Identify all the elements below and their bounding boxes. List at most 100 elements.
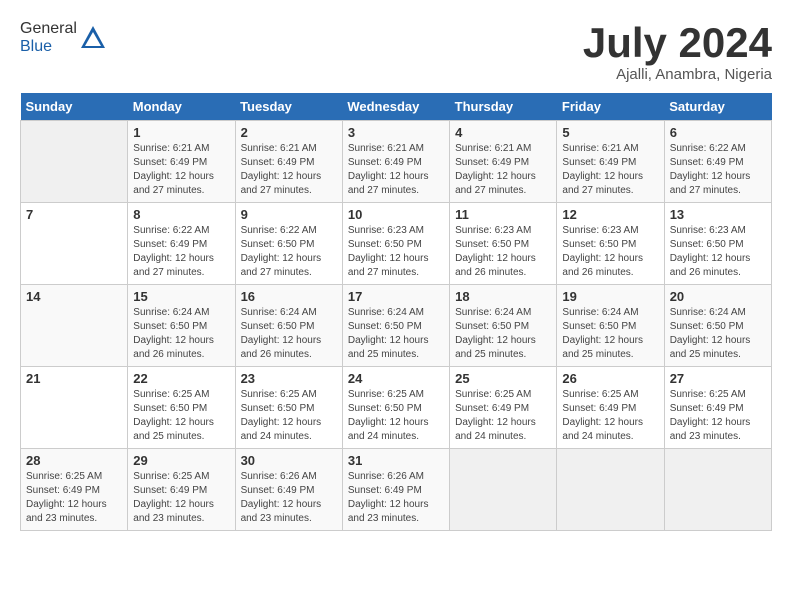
calendar-header: SundayMondayTuesdayWednesdayThursdayFrid… <box>21 93 772 121</box>
calendar-cell: 22 Sunrise: 6:25 AM Sunset: 6:50 PM Dayli… <box>128 367 235 449</box>
day-info: Sunrise: 6:24 AM Sunset: 6:50 PM Dayligh… <box>133 306 229 362</box>
page-subtitle: Ajalli, Anambra, Nigeria <box>583 66 772 83</box>
day-info: Sunrise: 6:26 AM Sunset: 6:49 PM Dayligh… <box>241 470 337 526</box>
day-number: 8 <box>133 207 229 222</box>
day-number: 20 <box>670 289 766 304</box>
day-info: Sunrise: 6:24 AM Sunset: 6:50 PM Dayligh… <box>455 306 551 362</box>
day-number: 24 <box>348 371 444 386</box>
day-header-friday: Friday <box>557 93 664 121</box>
calendar-cell <box>450 449 557 531</box>
calendar-cell: 17 Sunrise: 6:24 AM Sunset: 6:50 PM Dayli… <box>342 285 449 367</box>
day-number: 2 <box>241 125 337 140</box>
day-number: 21 <box>26 371 122 386</box>
calendar-cell <box>557 449 664 531</box>
day-number: 15 <box>133 289 229 304</box>
day-info: Sunrise: 6:25 AM Sunset: 6:49 PM Dayligh… <box>26 470 122 526</box>
calendar-week-3: 14 15 Sunrise: 6:24 AM Sunset: 6:50 PM Day… <box>21 285 772 367</box>
calendar-cell: 31 Sunrise: 6:26 AM Sunset: 6:49 PM Dayli… <box>342 449 449 531</box>
calendar-cell <box>21 121 128 203</box>
calendar-cell: 6Sunrise: 6:22 AM Sunset: 6:49 PM Daylig… <box>664 121 771 203</box>
day-info: Sunrise: 6:23 AM Sunset: 6:50 PM Dayligh… <box>670 224 766 280</box>
day-number: 25 <box>455 371 551 386</box>
calendar-cell: 19 Sunrise: 6:24 AM Sunset: 6:50 PM Dayli… <box>557 285 664 367</box>
day-header-monday: Monday <box>128 93 235 121</box>
day-header-thursday: Thursday <box>450 93 557 121</box>
day-info: Sunrise: 6:25 AM Sunset: 6:49 PM Dayligh… <box>670 388 766 444</box>
day-info: Sunrise: 6:21 AM Sunset: 6:49 PM Dayligh… <box>241 142 337 198</box>
day-number: 5 <box>562 125 658 140</box>
calendar-cell: 27Sunrise: 6:25 AM Sunset: 6:49 PM Dayli… <box>664 367 771 449</box>
day-info: Sunrise: 6:24 AM Sunset: 6:50 PM Dayligh… <box>670 306 766 362</box>
calendar-cell: 11Sunrise: 6:23 AM Sunset: 6:50 PM Dayli… <box>450 203 557 285</box>
calendar-cell: 26 Sunrise: 6:25 AM Sunset: 6:49 PM Dayli… <box>557 367 664 449</box>
day-header-sunday: Sunday <box>21 93 128 121</box>
day-info: Sunrise: 6:25 AM Sunset: 6:49 PM Dayligh… <box>133 470 229 526</box>
logo-general-text: General <box>20 20 77 37</box>
day-info: Sunrise: 6:23 AM Sunset: 6:50 PM Dayligh… <box>348 224 444 280</box>
day-info: Sunrise: 6:23 AM Sunset: 6:50 PM Dayligh… <box>562 224 658 280</box>
calendar-cell: 2 Sunrise: 6:21 AM Sunset: 6:49 PM Daylig… <box>235 121 342 203</box>
calendar-week-2: 7 8Sunrise: 6:22 AM Sunset: 6:49 PM Dayli… <box>21 203 772 285</box>
day-info: Sunrise: 6:24 AM Sunset: 6:50 PM Dayligh… <box>562 306 658 362</box>
day-number: 19 <box>562 289 658 304</box>
day-info: Sunrise: 6:22 AM Sunset: 6:49 PM Dayligh… <box>670 142 766 198</box>
day-number: 22 <box>133 371 229 386</box>
day-info: Sunrise: 6:22 AM Sunset: 6:50 PM Dayligh… <box>241 224 337 280</box>
calendar-cell: 20 Sunrise: 6:24 AM Sunset: 6:50 PM Dayli… <box>664 285 771 367</box>
calendar-week-4: 21 22 Sunrise: 6:25 AM Sunset: 6:50 PM Day… <box>21 367 772 449</box>
calendar-cell: 5 Sunrise: 6:21 AM Sunset: 6:49 PM Daylig… <box>557 121 664 203</box>
day-number: 9 <box>241 207 337 222</box>
day-number: 12 <box>562 207 658 222</box>
calendar-cell: 28 Sunrise: 6:25 AM Sunset: 6:49 PM Dayli… <box>21 449 128 531</box>
calendar-cell: 18 Sunrise: 6:24 AM Sunset: 6:50 PM Dayli… <box>450 285 557 367</box>
day-info: Sunrise: 6:25 AM Sunset: 6:50 PM Dayligh… <box>133 388 229 444</box>
day-info: Sunrise: 6:25 AM Sunset: 6:50 PM Dayligh… <box>348 388 444 444</box>
day-info: Sunrise: 6:21 AM Sunset: 6:49 PM Dayligh… <box>455 142 551 198</box>
logo-icon <box>79 24 107 52</box>
day-info: Sunrise: 6:21 AM Sunset: 6:49 PM Dayligh… <box>348 142 444 198</box>
day-info: Sunrise: 6:24 AM Sunset: 6:50 PM Dayligh… <box>241 306 337 362</box>
day-number: 23 <box>241 371 337 386</box>
day-number: 31 <box>348 453 444 468</box>
day-number: 4 <box>455 125 551 140</box>
day-header-wednesday: Wednesday <box>342 93 449 121</box>
page-header: General Blue July 2024 Ajalli, Anambra, … <box>20 20 772 83</box>
calendar-cell: 8Sunrise: 6:22 AM Sunset: 6:49 PM Daylig… <box>128 203 235 285</box>
days-of-week-row: SundayMondayTuesdayWednesdayThursdayFrid… <box>21 93 772 121</box>
day-number: 18 <box>455 289 551 304</box>
calendar-cell: 16Sunrise: 6:24 AM Sunset: 6:50 PM Dayli… <box>235 285 342 367</box>
day-header-tuesday: Tuesday <box>235 93 342 121</box>
calendar-cell: 10Sunrise: 6:23 AM Sunset: 6:50 PM Dayli… <box>342 203 449 285</box>
calendar-cell: 4 Sunrise: 6:21 AM Sunset: 6:49 PM Daylig… <box>450 121 557 203</box>
day-info: Sunrise: 6:26 AM Sunset: 6:49 PM Dayligh… <box>348 470 444 526</box>
day-number: 26 <box>562 371 658 386</box>
calendar-cell: 29Sunrise: 6:25 AM Sunset: 6:49 PM Dayli… <box>128 449 235 531</box>
calendar-cell: 25 Sunrise: 6:25 AM Sunset: 6:49 PM Dayli… <box>450 367 557 449</box>
calendar-table: SundayMondayTuesdayWednesdayThursdayFrid… <box>20 93 772 531</box>
day-number: 14 <box>26 289 122 304</box>
day-info: Sunrise: 6:25 AM Sunset: 6:50 PM Dayligh… <box>241 388 337 444</box>
day-header-saturday: Saturday <box>664 93 771 121</box>
calendar-cell: 9 Sunrise: 6:22 AM Sunset: 6:50 PM Daylig… <box>235 203 342 285</box>
day-number: 7 <box>26 207 122 222</box>
calendar-week-5: 28 Sunrise: 6:25 AM Sunset: 6:49 PM Dayli… <box>21 449 772 531</box>
day-number: 1 <box>133 125 229 140</box>
day-number: 13 <box>670 207 766 222</box>
calendar-body: 1 Sunrise: 6:21 AM Sunset: 6:49 PM Daylig… <box>21 121 772 531</box>
calendar-cell: 12 Sunrise: 6:23 AM Sunset: 6:50 PM Dayli… <box>557 203 664 285</box>
day-number: 11 <box>455 207 551 222</box>
calendar-cell: 21 <box>21 367 128 449</box>
day-number: 17 <box>348 289 444 304</box>
calendar-cell: 1 Sunrise: 6:21 AM Sunset: 6:49 PM Daylig… <box>128 121 235 203</box>
calendar-cell: 23 Sunrise: 6:25 AM Sunset: 6:50 PM Dayli… <box>235 367 342 449</box>
day-number: 30 <box>241 453 337 468</box>
day-info: Sunrise: 6:21 AM Sunset: 6:49 PM Dayligh… <box>562 142 658 198</box>
calendar-week-1: 1 Sunrise: 6:21 AM Sunset: 6:49 PM Daylig… <box>21 121 772 203</box>
day-info: Sunrise: 6:25 AM Sunset: 6:49 PM Dayligh… <box>455 388 551 444</box>
title-block: July 2024 Ajalli, Anambra, Nigeria <box>583 20 772 83</box>
day-info: Sunrise: 6:25 AM Sunset: 6:49 PM Dayligh… <box>562 388 658 444</box>
day-info: Sunrise: 6:21 AM Sunset: 6:49 PM Dayligh… <box>133 142 229 198</box>
page-title: July 2024 <box>583 20 772 66</box>
day-number: 28 <box>26 453 122 468</box>
day-info: Sunrise: 6:24 AM Sunset: 6:50 PM Dayligh… <box>348 306 444 362</box>
